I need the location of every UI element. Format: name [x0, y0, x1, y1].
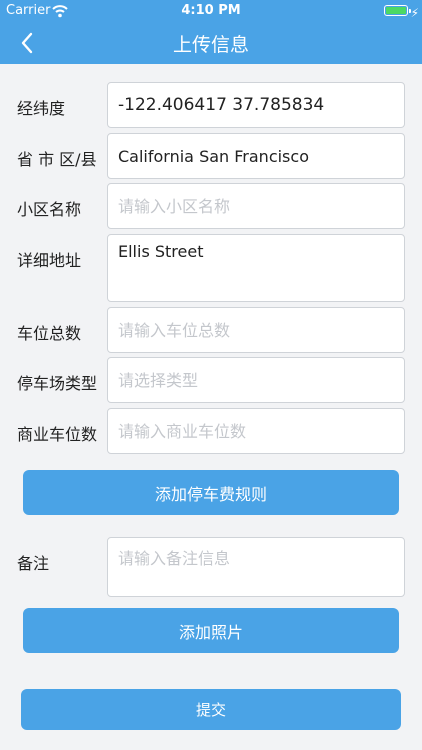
submit-button[interactable]: 提交	[21, 689, 401, 730]
lightning-bolt-icon: ⚡	[410, 6, 419, 20]
lot-type-select[interactable]	[107, 357, 405, 403]
total-spaces-label: 车位总数	[17, 324, 82, 343]
status-time: 4:10 PM	[181, 3, 241, 18]
header: Carrier 4:10 PM ⚡ 上传信息	[0, 0, 422, 64]
commercial-spaces-input[interactable]	[107, 408, 405, 454]
lot-type-label: 停车场类型	[17, 374, 98, 393]
add-fee-rule-button[interactable]: 添加停车费规则	[23, 470, 399, 515]
community-label: 小区名称	[17, 200, 82, 219]
add-photo-button[interactable]: 添加照片	[23, 608, 399, 653]
region-label: 省 市 区/县	[17, 150, 97, 169]
coordinates-label: 经纬度	[17, 99, 66, 118]
community-name-input[interactable]	[107, 183, 405, 229]
remarks-label: 备注	[17, 554, 50, 573]
status-bar: Carrier 4:10 PM ⚡	[0, 0, 422, 22]
commercial-spaces-label: 商业车位数	[17, 425, 98, 444]
battery-icon	[384, 5, 411, 16]
coordinates-field[interactable]	[107, 82, 405, 128]
remarks-textarea[interactable]	[107, 537, 405, 597]
total-spaces-input[interactable]	[107, 307, 405, 353]
region-field[interactable]	[107, 133, 405, 179]
page-title: 上传信息	[172, 34, 249, 56]
address-textarea[interactable]: Ellis Street	[107, 234, 405, 302]
address-label: 详细地址	[17, 251, 82, 270]
navigation-bar: 上传信息	[0, 22, 422, 64]
